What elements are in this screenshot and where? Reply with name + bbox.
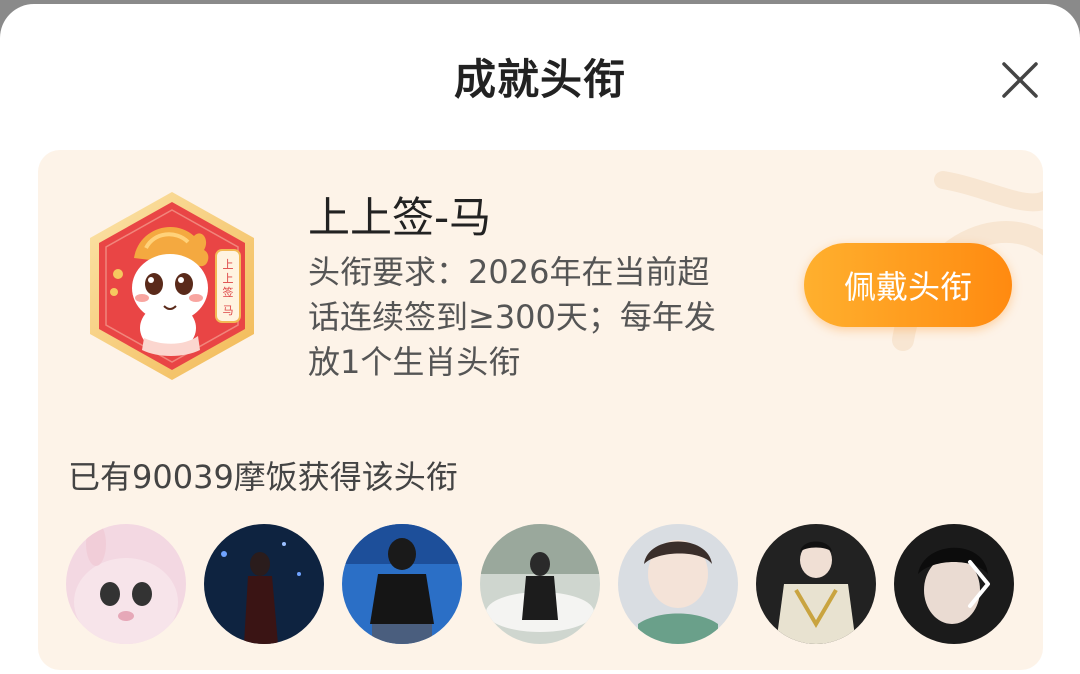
owner-avatar[interactable]: [618, 524, 738, 644]
page-title: 成就头衔: [453, 55, 626, 104]
achievement-title-sheet: 成就头衔 上 上 签 马 上上签-马 头衔要求：2026年在当前超 话连续签到≥…: [0, 4, 1080, 674]
owner-avatar[interactable]: [894, 524, 1014, 644]
svg-text:上: 上: [223, 272, 234, 285]
title-name: 上上签-马: [308, 193, 492, 242]
title-badge-icon: 上 上 签 马: [84, 188, 260, 384]
svg-text:马: 马: [223, 304, 234, 317]
svg-text:上: 上: [223, 258, 234, 271]
owner-avatar[interactable]: [480, 524, 600, 644]
close-icon[interactable]: [996, 56, 1044, 104]
requirement-line: 话连续签到≥300天；每年发: [308, 298, 716, 336]
title-requirement: 头衔要求：2026年在当前超 话连续签到≥300天；每年发 放1个生肖头衔: [308, 250, 758, 385]
title-card: 上 上 签 马 上上签-马 头衔要求：2026年在当前超 话连续签到≥300天；…: [38, 150, 1043, 670]
owner-avatar[interactable]: [66, 524, 186, 644]
owner-avatar[interactable]: [204, 524, 324, 644]
owner-avatar[interactable]: [342, 524, 462, 644]
requirement-line: 放1个生肖头衔: [308, 343, 521, 381]
requirement-line: 头衔要求：2026年在当前超: [308, 253, 710, 291]
wear-title-button[interactable]: 佩戴头衔: [804, 243, 1012, 327]
chevron-right-icon[interactable]: [964, 556, 994, 612]
owner-avatar[interactable]: [756, 524, 876, 644]
svg-text:签: 签: [223, 285, 234, 299]
owners-count-text: 已有90039摩饭获得该头衔: [68, 458, 458, 496]
owner-avatar-list: [66, 524, 1016, 646]
